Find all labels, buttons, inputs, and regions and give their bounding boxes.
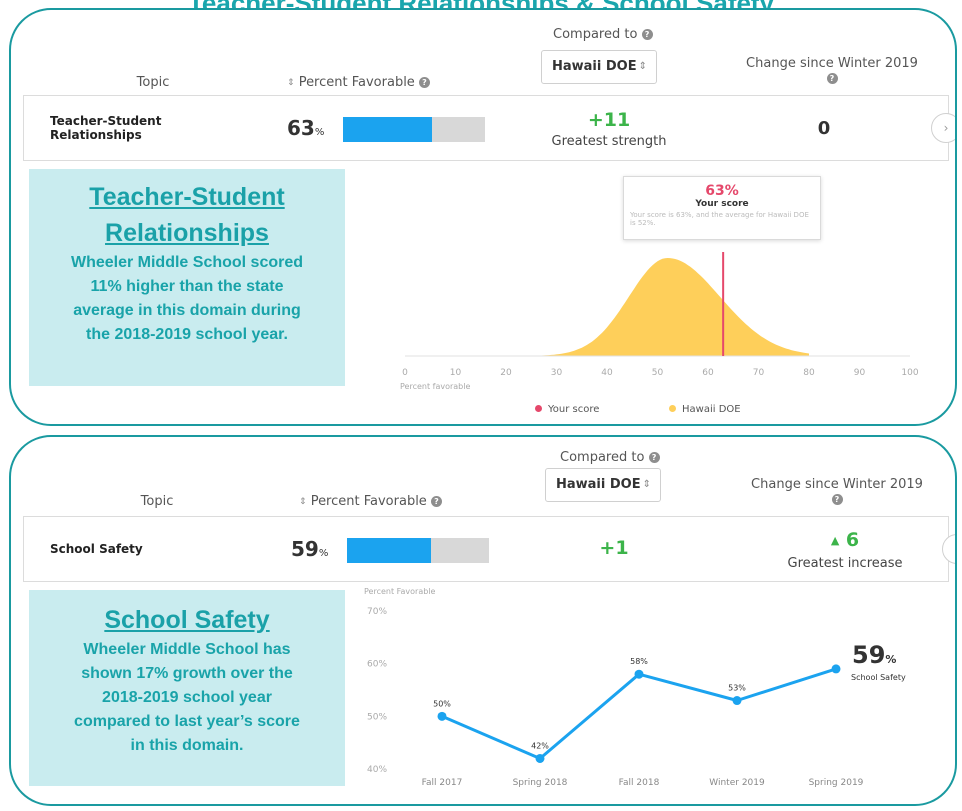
x-tick-label: 40 — [601, 368, 613, 378]
x-tick-label: 50 — [652, 368, 664, 378]
y-axis-label: Percent Favorable — [364, 587, 436, 596]
data-point — [732, 696, 742, 706]
score-tooltip: 63% Your score Your score is 63%, and th… — [623, 176, 821, 240]
data-label: 53% — [728, 684, 746, 693]
x-category-label: Spring 2018 — [513, 778, 568, 788]
x-axis-label: Percent favorable — [400, 382, 470, 391]
data-label: 58% — [630, 657, 648, 666]
series-line — [441, 667, 837, 760]
data-label: 50% — [433, 699, 451, 708]
legend-comparison: Hawaii DOE — [669, 404, 741, 415]
x-tick-label: 20 — [500, 368, 512, 378]
data-point — [437, 711, 447, 721]
x-category-label: Spring 2019 — [809, 778, 864, 788]
data-label: 42% — [531, 741, 549, 750]
x-tick-label: 30 — [551, 368, 563, 378]
current-score-label: School Safety — [851, 673, 906, 682]
x-tick-label: 0 — [402, 368, 408, 378]
distribution-area — [531, 258, 809, 356]
data-point — [831, 664, 841, 674]
data-point — [535, 753, 545, 763]
y-tick-label: 40% — [367, 765, 387, 775]
x-category-label: Fall 2017 — [422, 778, 463, 788]
y-tick-label: 60% — [367, 660, 387, 670]
x-tick-label: 70 — [753, 368, 765, 378]
x-category-label: Fall 2018 — [619, 778, 660, 788]
x-tick-label: 60 — [702, 368, 714, 378]
x-tick-label: 100 — [901, 368, 918, 378]
x-tick-label: 10 — [450, 368, 462, 378]
y-tick-label: 70% — [367, 607, 387, 617]
teacher-student-panel: Compared to ? Hawaii DOE ⇕ Topic ⇕ Percen… — [9, 8, 957, 426]
data-point — [634, 669, 644, 679]
y-tick-label: 50% — [367, 712, 387, 722]
school-safety-panel: Compared to ? Hawaii DOE ⇕ Topic ⇕ Percen… — [9, 435, 957, 806]
current-score: 59% — [852, 641, 897, 669]
trend-line-chart: Percent Favorable 40% 50% 60% 70% 50% Fall 201… — [364, 587, 864, 788]
x-tick-label: 90 — [854, 368, 866, 378]
comparison-dot-icon — [669, 405, 676, 412]
x-tick-label: 80 — [803, 368, 815, 378]
legend-your-score: Your score — [535, 404, 599, 415]
x-category-label: Winter 2019 — [709, 778, 765, 788]
your-score-dot-icon — [535, 405, 542, 412]
